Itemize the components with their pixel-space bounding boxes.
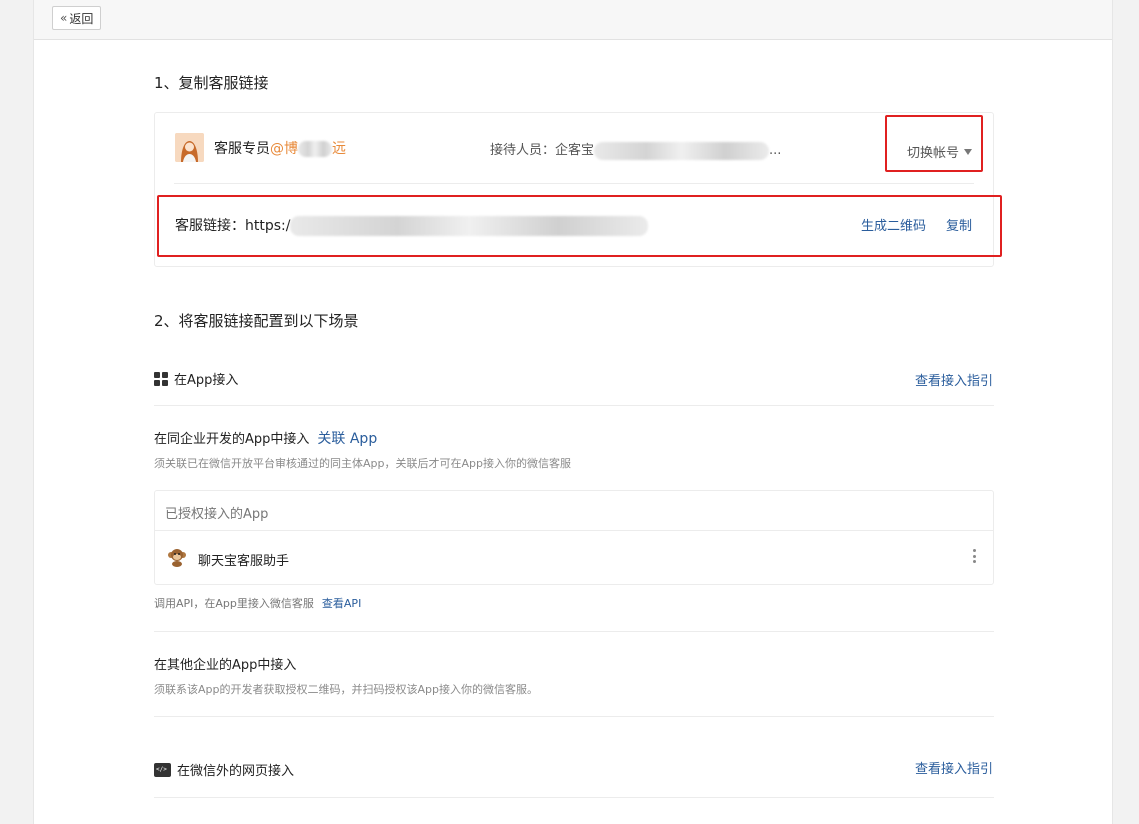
receiver-info: 接待人员：企客宝... [490,139,781,160]
app-access-title: 在App接入 [154,369,238,388]
card-divider [174,183,974,184]
top-bar: « 返回 [34,0,1112,40]
app-name: 聊天宝客服助手 [198,554,290,569]
divider [154,405,994,406]
section1-title: 1、复制客服链接 [154,74,269,92]
service-link: 客服链接：https:/ [175,215,649,236]
divider [154,716,994,717]
authorized-apps-box: 已授权接入的App 聊天宝客服助手 [154,490,994,585]
switch-account-label: 切换帐号 [907,146,960,161]
web-guide-link[interactable]: 查看接入指引 [915,758,993,777]
other-corp-desc: 须联系该App的开发者获取授权二维码，并扫码授权该App接入你的微信客服。 [154,683,538,696]
api-text: 调用API，在App里接入微信客服 [154,597,314,610]
other-corp-title: 在其他企业的App中接入 [154,658,297,673]
divider [155,530,993,531]
redacted-url [290,216,649,236]
grid-apps-icon [154,371,168,386]
monkey-app-icon [167,547,187,567]
receiver-label: 接待人员：企客宝 [490,143,595,158]
same-corp-label: 在同企业开发的App中接入 [154,432,310,447]
web-code-icon [154,762,171,777]
back-label: 返回 [69,11,94,26]
redacted-org [298,141,332,157]
account-name: 客服专员@博 远 [214,138,346,158]
section2-title: 2、将客服链接配置到以下场景 [154,312,359,330]
same-corp-title: 在同企业开发的App中接入 关联 App [154,428,377,448]
web-access-title: 在微信外的网页接入 [154,760,294,779]
avatar [175,133,204,162]
app-guide-link[interactable]: 查看接入指引 [915,370,993,389]
authorized-apps-header: 已授权接入的App [165,507,269,522]
account-org: @博 [270,141,298,157]
receiver-ellipsis: ... [769,143,782,158]
divider [154,631,994,632]
switch-account-dropdown[interactable]: 切换帐号 [907,142,973,161]
account-org-tail: 远 [332,141,346,157]
double-chevron-left-icon: « [60,11,68,25]
web-access-label: 在微信外的网页接入 [177,764,295,779]
generate-qr-link[interactable]: 生成二维码 [861,215,926,234]
app-access-label: 在App接入 [174,373,239,388]
more-vertical-icon[interactable] [973,549,977,563]
redacted-receivers [594,141,770,160]
service-link-label: 客服链接：https:/ [175,218,291,234]
dropdown-triangle-icon [964,148,973,155]
api-line: 调用API，在App里接入微信客服 查看API [154,595,361,611]
divider [154,797,994,798]
account-name-text: 客服专员 [214,141,270,157]
view-api-link[interactable]: 查看API [322,597,361,610]
back-button[interactable]: « 返回 [52,6,102,30]
link-app-button[interactable]: 关联 App [317,431,377,447]
copy-link[interactable]: 复制 [946,215,972,234]
same-corp-desc: 须关联已在微信开放平台审核通过的同主体App，关联后才可在App接入你的微信客服 [154,457,571,470]
main-panel: « 返回 1、复制客服链接 客服专员@博 远 接待人员：企客宝... 切换帐号 客… [33,0,1113,824]
